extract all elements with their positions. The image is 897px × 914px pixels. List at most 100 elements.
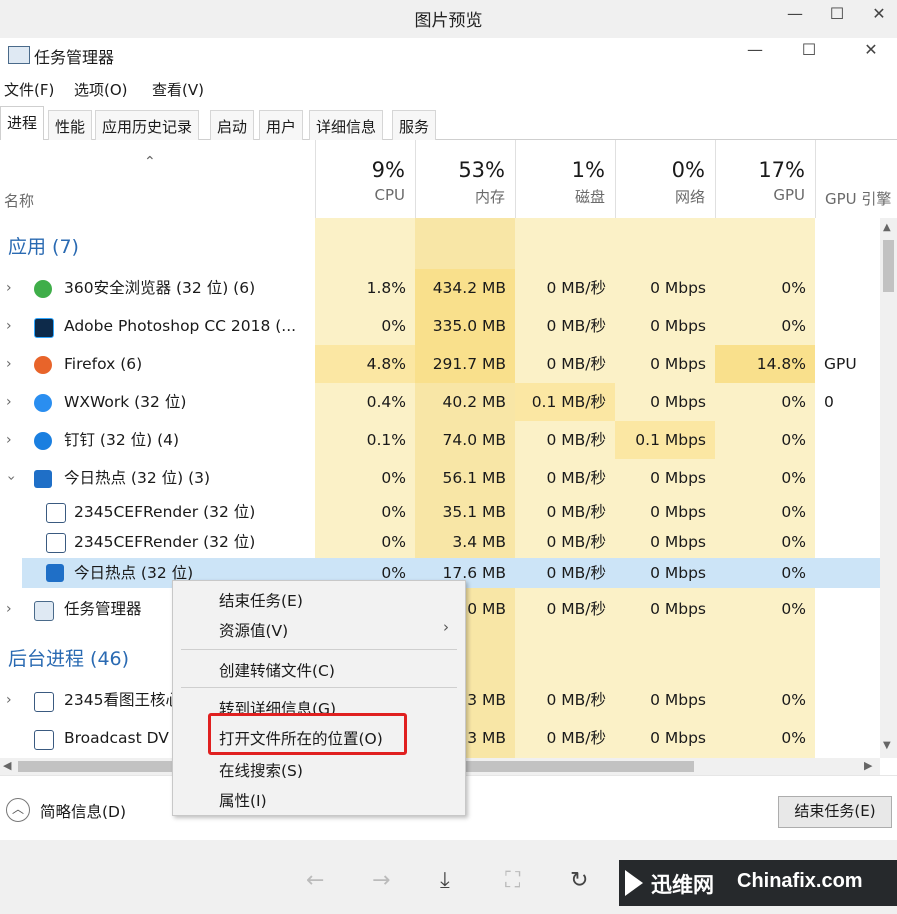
viewer-minimize-button[interactable]: —: [780, 4, 810, 28]
col-memory[interactable]: 53% 内存: [415, 140, 515, 218]
memory-value: 35.1 MB: [442, 503, 506, 521]
scroll-left-icon[interactable]: ◀: [3, 759, 11, 772]
viewer-close-button[interactable]: ✕: [864, 4, 894, 28]
process-row[interactable]: › WXWork (32 位) 0.4% 40.2 MB 0.1 MB/秒 0 …: [0, 383, 880, 421]
scroll-thumb[interactable]: [883, 240, 894, 292]
cpu-label: CPU: [374, 186, 406, 204]
process-child-row[interactable]: 2345CEFRender (32 位) 0% 35.1 MB 0 MB/秒 0…: [0, 497, 880, 527]
expand-chevron-icon[interactable]: ›: [6, 681, 12, 719]
gpu-value: 0%: [781, 533, 806, 551]
process-name: 2345CEFRender (32 位): [74, 533, 256, 551]
group-background: 后台进程 (46): [8, 648, 130, 670]
download-icon[interactable]: ⤓: [440, 868, 450, 893]
gpu-engine-label: GPU 引擎: [825, 190, 892, 208]
disk-value: 0 MB/秒: [546, 600, 606, 618]
tab-performance[interactable]: 性能: [48, 110, 93, 140]
fit-screen-icon[interactable]: ⛶: [505, 868, 520, 893]
cpu-value: 0%: [381, 533, 406, 551]
gpu-value: 0%: [781, 317, 806, 335]
tab-bar: 进程 性能 应用历史记录 启动 用户 详细信息 服务: [0, 104, 897, 140]
jinri-redian-icon: [46, 564, 64, 582]
col-gpu-engine[interactable]: GPU 引擎: [815, 140, 897, 218]
browser-360-icon: [34, 280, 52, 298]
disk-value: 0 MB/秒: [546, 503, 606, 521]
rotate-icon[interactable]: ↻: [570, 868, 588, 893]
menu-item-search-online[interactable]: 在线搜索(S): [219, 759, 303, 781]
process-name: WXWork (32 位): [64, 393, 187, 411]
viewer-title-bar: 图片预览 — ☐ ✕: [0, 0, 897, 38]
scroll-right-icon[interactable]: ▶: [864, 759, 872, 772]
tab-app-history[interactable]: 应用历史记录: [95, 110, 200, 140]
process-row[interactable]: › 钉钉 (32 位) (4) 0.1% 74.0 MB 0 MB/秒 0.1 …: [0, 421, 880, 459]
memory-value: 3.4 MB: [452, 533, 506, 551]
menu-options[interactable]: 选项(O): [74, 79, 128, 100]
scroll-down-icon[interactable]: ▼: [883, 740, 891, 751]
expand-chevron-icon[interactable]: ›: [6, 345, 12, 383]
brand-cn: 迅维网: [651, 873, 714, 897]
col-name[interactable]: 名称: [4, 190, 34, 211]
chinafix-watermark: 迅维网 Chinafix.com: [619, 860, 897, 906]
expand-chevron-icon[interactable]: ›: [6, 269, 12, 307]
window-process-icon: [46, 503, 66, 523]
cpu-value: 0%: [381, 317, 406, 335]
col-cpu[interactable]: 9% CPU: [315, 140, 415, 218]
maximize-button[interactable]: ☐: [794, 40, 824, 64]
next-icon[interactable]: →: [372, 868, 390, 893]
firefox-icon: [34, 356, 52, 374]
memory-value: 335.0 MB: [415, 307, 515, 345]
col-disk[interactable]: 1% 磁盘: [515, 140, 615, 218]
expand-chevron-icon[interactable]: ›: [6, 307, 12, 345]
fewer-details-link[interactable]: 简略信息(D): [40, 800, 126, 822]
network-value: 0 Mbps: [650, 279, 706, 297]
highlight-box: [208, 713, 407, 755]
tab-processes[interactable]: 进程: [0, 106, 45, 140]
process-row[interactable]: › 360安全浏览器 (32 位) (6) 1.8% 434.2 MB 0 MB…: [0, 269, 880, 307]
close-button[interactable]: ✕: [856, 40, 886, 64]
process-row[interactable]: › Firefox (6) 4.8% 291.7 MB 0 MB/秒 0 Mbp…: [0, 345, 880, 411]
process-name: Firefox (6): [64, 355, 143, 373]
previous-icon[interactable]: ←: [306, 868, 324, 893]
col-network[interactable]: 0% 网络: [615, 140, 715, 218]
process-name: Broadcast DV: [64, 729, 169, 747]
tab-services[interactable]: 服务: [392, 110, 437, 140]
tab-users[interactable]: 用户: [259, 110, 304, 140]
column-header: ⌃ 名称 9% CPU 53% 内存 1% 磁盘 0% 网络 17% GPU G…: [0, 140, 897, 218]
vertical-scrollbar[interactable]: ▲ ▼: [880, 218, 897, 758]
network-value: 0 Mbps: [650, 469, 706, 487]
menu-item-resource-values[interactable]: 资源值(V): [219, 619, 288, 641]
gpu-label: GPU: [773, 186, 805, 204]
memory-value: 291.7 MB: [415, 345, 515, 383]
minimize-button[interactable]: —: [740, 40, 770, 64]
scroll-up-icon[interactable]: ▲: [883, 222, 891, 233]
col-gpu[interactable]: 17% GPU: [715, 140, 815, 218]
disk-value: 0 MB/秒: [546, 279, 606, 297]
gpu-value: 0%: [781, 564, 806, 582]
expand-chevron-icon[interactable]: ›: [6, 590, 12, 628]
collapse-chevron-icon[interactable]: ›: [0, 475, 30, 481]
gpu-value: 0%: [781, 279, 806, 297]
menu-file[interactable]: 文件(F): [4, 79, 54, 100]
menu-view[interactable]: 查看(V): [152, 79, 204, 100]
disk-value: 0 MB/秒: [546, 533, 606, 551]
expand-chevron-icon[interactable]: ›: [6, 421, 12, 459]
end-task-button[interactable]: 结束任务(E): [778, 796, 892, 828]
menu-item-create-dump[interactable]: 创建转储文件(C): [219, 659, 335, 681]
cpu-value: 0.1%: [366, 431, 406, 449]
disk-label: 磁盘: [574, 188, 605, 206]
menu-separator: [181, 687, 457, 688]
memory-label: 内存: [474, 188, 505, 206]
collapse-up-icon[interactable]: ︿: [6, 798, 30, 822]
disk-value: 0 MB/秒: [546, 469, 606, 487]
menu-item-end-task[interactable]: 结束任务(E): [219, 589, 303, 611]
process-row[interactable]: › 今日热点 (32 位) (3) 0% 56.1 MB 0 MB/秒 0 Mb…: [0, 459, 880, 497]
viewer-maximize-button[interactable]: ☐: [822, 4, 852, 28]
disk-value: 0 MB/秒: [546, 729, 606, 747]
tab-details[interactable]: 详细信息: [309, 110, 384, 140]
process-child-row[interactable]: 2345CEFRender (32 位) 0% 3.4 MB 0 MB/秒 0 …: [0, 527, 880, 557]
expand-chevron-icon[interactable]: ›: [6, 383, 12, 421]
cpu-value: 0.4%: [366, 393, 406, 411]
menu-item-properties[interactable]: 属性(I): [219, 789, 267, 811]
wxwork-icon: [34, 394, 52, 412]
process-row[interactable]: › Adobe Photoshop CC 2018 (... 0% 335.0 …: [0, 307, 880, 345]
tab-startup[interactable]: 启动: [210, 110, 255, 140]
